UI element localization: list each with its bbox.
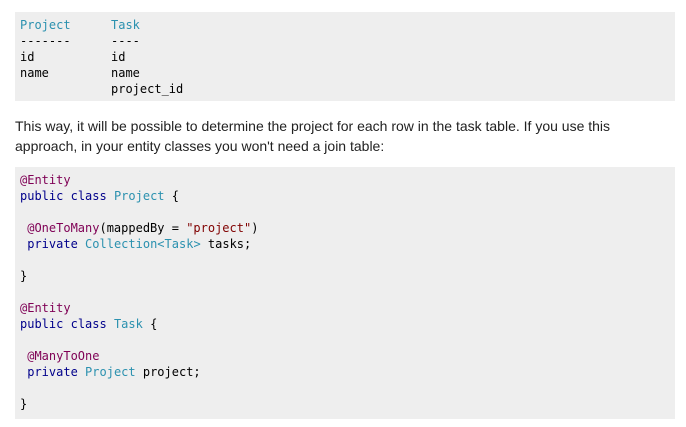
code-line: private Project project; bbox=[20, 364, 675, 380]
field-name-project: project; bbox=[135, 365, 201, 379]
type-collection: Collection bbox=[85, 237, 158, 251]
close-brace: } bbox=[20, 397, 28, 411]
task-column-cell: project_id bbox=[111, 82, 184, 96]
task-column-cell: name bbox=[111, 66, 140, 80]
code-line: @ManyToOne bbox=[20, 348, 675, 364]
code-line: public class Project { bbox=[20, 188, 675, 204]
class-name-task: Task bbox=[113, 317, 143, 331]
explanation-paragraph: This way, it will be possible to determi… bbox=[15, 118, 611, 154]
one-to-many-annotation: @OneToMany bbox=[27, 221, 100, 235]
mapped-by-string: "project" bbox=[186, 221, 252, 235]
keyword-private: private bbox=[27, 237, 78, 251]
many-to-one-annotation: @ManyToOne bbox=[27, 349, 100, 363]
class-name-project: Project bbox=[113, 189, 165, 203]
schema-header-row: Project Task bbox=[20, 17, 675, 33]
keyword-public: public bbox=[20, 317, 64, 331]
close-brace: } bbox=[20, 269, 28, 283]
annotation-args-start: (mappedBy = bbox=[99, 221, 187, 235]
code-line: @Entity bbox=[20, 300, 675, 316]
task-column-cell: id bbox=[111, 50, 126, 64]
generic-type-task: Task bbox=[164, 237, 194, 251]
keyword-class: class bbox=[70, 317, 107, 331]
keyword-public: public bbox=[20, 189, 64, 203]
project-separator: ------- bbox=[20, 34, 71, 48]
schema-row: id id bbox=[20, 49, 675, 65]
code-line: private Collection<Task> tasks; bbox=[20, 236, 675, 252]
field-name-tasks: tasks; bbox=[200, 237, 252, 251]
java-code-block: @Entity public class Project { @OneToMan… bbox=[15, 167, 675, 419]
keyword-class: class bbox=[70, 189, 107, 203]
code-line: @Entity bbox=[20, 172, 675, 188]
task-separator: ---- bbox=[111, 34, 140, 48]
generic-close: > bbox=[193, 237, 201, 251]
open-brace: { bbox=[142, 317, 158, 331]
schema-row: project_id bbox=[20, 81, 675, 97]
task-header: Task bbox=[111, 18, 140, 32]
generic-open: < bbox=[157, 237, 165, 251]
entity-annotation: @Entity bbox=[20, 173, 71, 187]
open-brace: { bbox=[164, 189, 179, 203]
schema-code-block: Project Task ------- ---- id id name nam… bbox=[15, 12, 675, 101]
code-line: public class Task { bbox=[20, 316, 675, 332]
keyword-private: private bbox=[27, 365, 78, 379]
schema-row: name name bbox=[20, 65, 675, 81]
entity-annotation: @Entity bbox=[20, 301, 71, 315]
annotation-args-end: ) bbox=[251, 221, 259, 235]
type-project: Project bbox=[85, 365, 136, 379]
code-line: @OneToMany(mappedBy = "project") bbox=[20, 220, 675, 236]
code-line: } bbox=[20, 396, 675, 412]
schema-separator-row: ------- ---- bbox=[20, 33, 675, 49]
code-line: } bbox=[20, 268, 675, 284]
project-column-cell: id bbox=[20, 50, 35, 64]
project-column-cell: name bbox=[20, 66, 49, 80]
project-header: Project bbox=[20, 18, 71, 32]
